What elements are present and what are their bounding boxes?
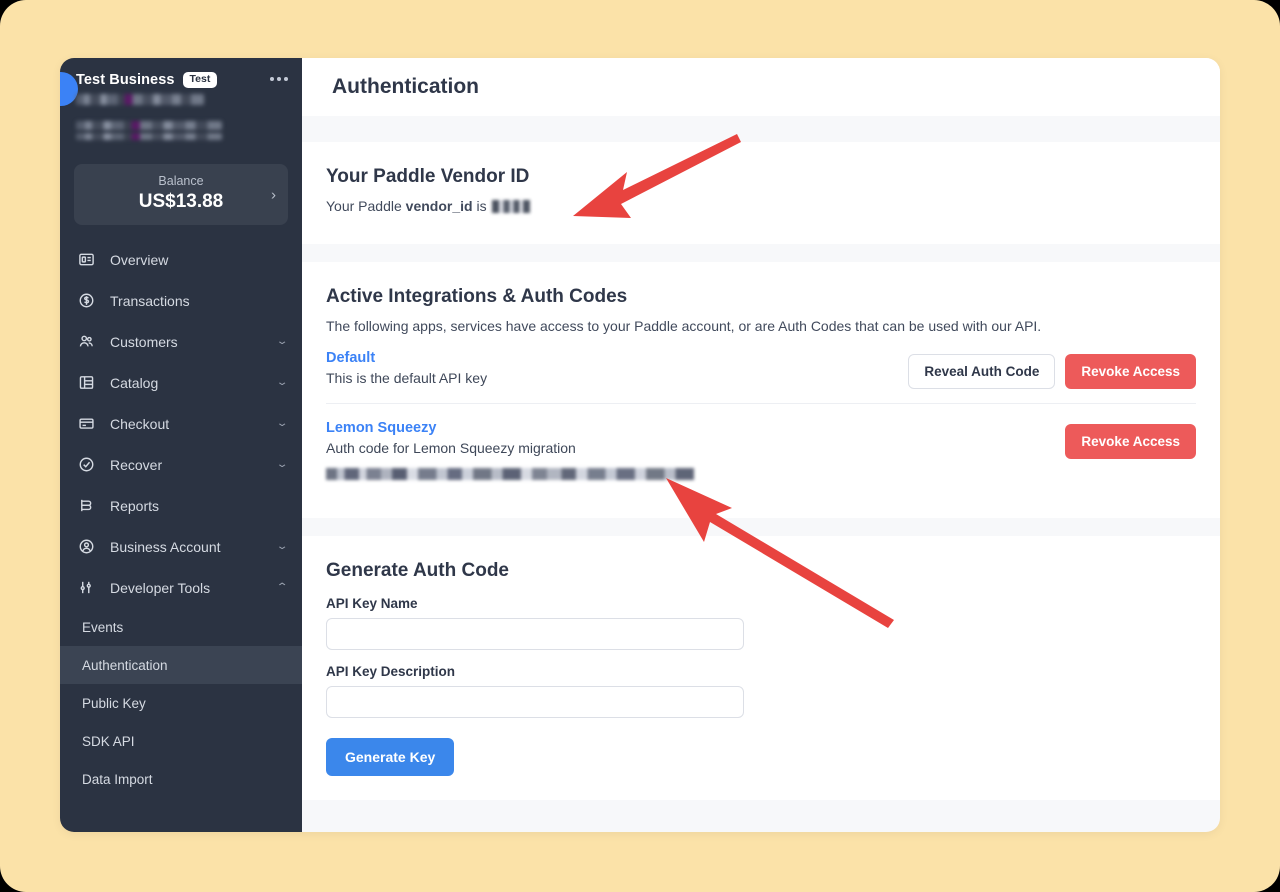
sidebar-item-catalog[interactable]: Catalog ⌄ [60, 362, 302, 403]
balance-card[interactable]: Balance US$13.88 › [74, 164, 288, 225]
vendor-id-description: Your Paddle vendor_id is [326, 198, 1196, 214]
sidebar-subitem-events[interactable]: Events [60, 608, 302, 646]
balance-label: Balance [158, 174, 204, 188]
sidebar-item-reports[interactable]: Reports [60, 485, 302, 526]
chevron-down-icon: ⌄ [275, 541, 289, 552]
sidebar-item-developer-tools[interactable]: Developer Tools ⌃ [60, 567, 302, 608]
sidebar-nav: Overview Transactions Customers ⌄ Catalo… [60, 239, 302, 798]
sidebar-label: Business Account [110, 538, 221, 555]
sidebar-item-transactions[interactable]: Transactions [60, 280, 302, 321]
integration-description: Auth code for Lemon Squeezy migration [326, 440, 576, 456]
catalog-icon [78, 374, 100, 391]
integration-info: Lemon Squeezy Auth code for Lemon Squeez… [326, 420, 1065, 480]
sidebar-item-business-account[interactable]: Business Account ⌄ [60, 526, 302, 567]
page-title: Authentication [332, 75, 479, 98]
chevron-down-icon: ⌄ [275, 418, 289, 429]
sidebar-subitem-public-key[interactable]: Public Key [60, 684, 302, 722]
api-key-description-label: API Key Description [326, 664, 456, 679]
sidebar-label: Reports [110, 497, 160, 514]
app-window: Test Business Test Balance US$13.88 › Ov… [60, 58, 1220, 832]
sidebar-label: Overview [110, 251, 169, 268]
vendor-id-card: Your Paddle Vendor ID Your Paddle vendor… [302, 142, 1220, 244]
integration-name[interactable]: Lemon Squeezy [326, 420, 1065, 436]
generate-key-button[interactable]: Generate Key [326, 738, 455, 776]
card-icon [78, 415, 100, 432]
content-scroll: Your Paddle Vendor ID Your Paddle vendor… [302, 116, 1220, 832]
sidebar-subitem-authentication[interactable]: Authentication [60, 646, 302, 684]
redacted-account-line [76, 94, 204, 105]
api-key-name-input[interactable] [326, 618, 744, 650]
chevron-right-icon: › [271, 186, 276, 203]
chevron-down-icon: ⌄ [275, 377, 289, 388]
sidebar: Test Business Test Balance US$13.88 › Ov… [60, 58, 302, 832]
sidebar-label: Catalog [110, 374, 159, 391]
page-header: Authentication [302, 58, 1220, 116]
sidebar-subitem-data-import[interactable]: Data Import [60, 760, 302, 798]
integrations-title: Active Integrations & Auth Codes [326, 286, 628, 307]
table-row: Lemon Squeezy Auth code for Lemon Squeez… [326, 403, 1196, 494]
reports-icon [78, 497, 100, 514]
integration-actions: Reveal Auth Code Revoke Access [908, 350, 1196, 389]
chevron-up-icon: ⌃ [275, 582, 289, 593]
generate-auth-code-card: Generate Auth Code API Key Name API Key … [302, 536, 1220, 800]
api-key-name-label: API Key Name [326, 596, 418, 611]
vendor-id-value-redacted [492, 200, 531, 213]
sidebar-label: Transactions [110, 292, 190, 309]
sidebar-item-overview[interactable]: Overview [60, 239, 302, 280]
sidebar-item-checkout[interactable]: Checkout ⌄ [60, 403, 302, 444]
revoke-access-button[interactable]: Revoke Access [1065, 424, 1196, 459]
sidebar-label: Checkout [110, 415, 170, 432]
user-circle-icon [78, 538, 100, 555]
check-circle-icon [78, 456, 100, 473]
vendor-id-key: vendor_id [405, 198, 473, 214]
vendor-id-desc-prefix: Your Paddle [326, 198, 406, 214]
vendor-id-desc-suffix: is [472, 198, 491, 214]
sidebar-label: Customers [110, 333, 178, 350]
integration-name[interactable]: Default [326, 350, 908, 366]
three-dots-icon[interactable] [270, 77, 288, 81]
reveal-auth-code-button[interactable]: Reveal Auth Code [908, 354, 1056, 389]
dollar-circle-icon [78, 292, 100, 309]
sidebar-subitem-sdk-api[interactable]: SDK API [60, 722, 302, 760]
revoke-access-button[interactable]: Revoke Access [1065, 354, 1196, 389]
sliders-icon [78, 579, 100, 596]
environment-badge: Test [182, 72, 218, 88]
integration-auth-code-redacted [326, 468, 694, 480]
chevron-down-icon: ⌄ [275, 336, 289, 347]
sidebar-label: Recover [110, 456, 163, 473]
sidebar-sublabel: Public Key [82, 695, 146, 711]
sidebar-sublabel: Data Import [82, 771, 153, 787]
sidebar-sublabel: Authentication [82, 657, 168, 673]
sidebar-sublabel: SDK API [82, 733, 135, 749]
balance-value: US$13.88 [138, 191, 224, 212]
integration-info: Default This is the default API key [326, 350, 908, 386]
sidebar-header: Test Business Test [60, 58, 302, 150]
integration-actions: Revoke Access [1065, 420, 1196, 459]
redacted-account-id-line-1 [76, 121, 222, 130]
generate-title: Generate Auth Code [326, 560, 509, 581]
sidebar-item-customers[interactable]: Customers ⌄ [60, 321, 302, 362]
sidebar-label: Developer Tools [110, 579, 211, 596]
redacted-account-id-line-2 [76, 133, 222, 140]
people-icon [78, 333, 100, 350]
business-name: Test Business [76, 72, 175, 88]
vendor-id-title: Your Paddle Vendor ID [326, 166, 530, 187]
sidebar-sublabel: Events [82, 619, 124, 635]
api-key-description-input[interactable] [326, 686, 744, 718]
integrations-card: Active Integrations & Auth Codes The fol… [302, 262, 1220, 518]
integration-description: This is the default API key [326, 370, 488, 386]
sidebar-item-recover[interactable]: Recover ⌄ [60, 444, 302, 485]
integrations-subtitle: The following apps, services have access… [326, 318, 1042, 334]
chevron-down-icon: ⌄ [275, 459, 289, 470]
overview-icon [78, 251, 100, 268]
page-root: Test Business Test Balance US$13.88 › Ov… [0, 0, 1280, 892]
main-content: Authentication Your Paddle Vendor ID You… [302, 58, 1220, 832]
table-row: Default This is the default API key Reve… [326, 334, 1196, 403]
